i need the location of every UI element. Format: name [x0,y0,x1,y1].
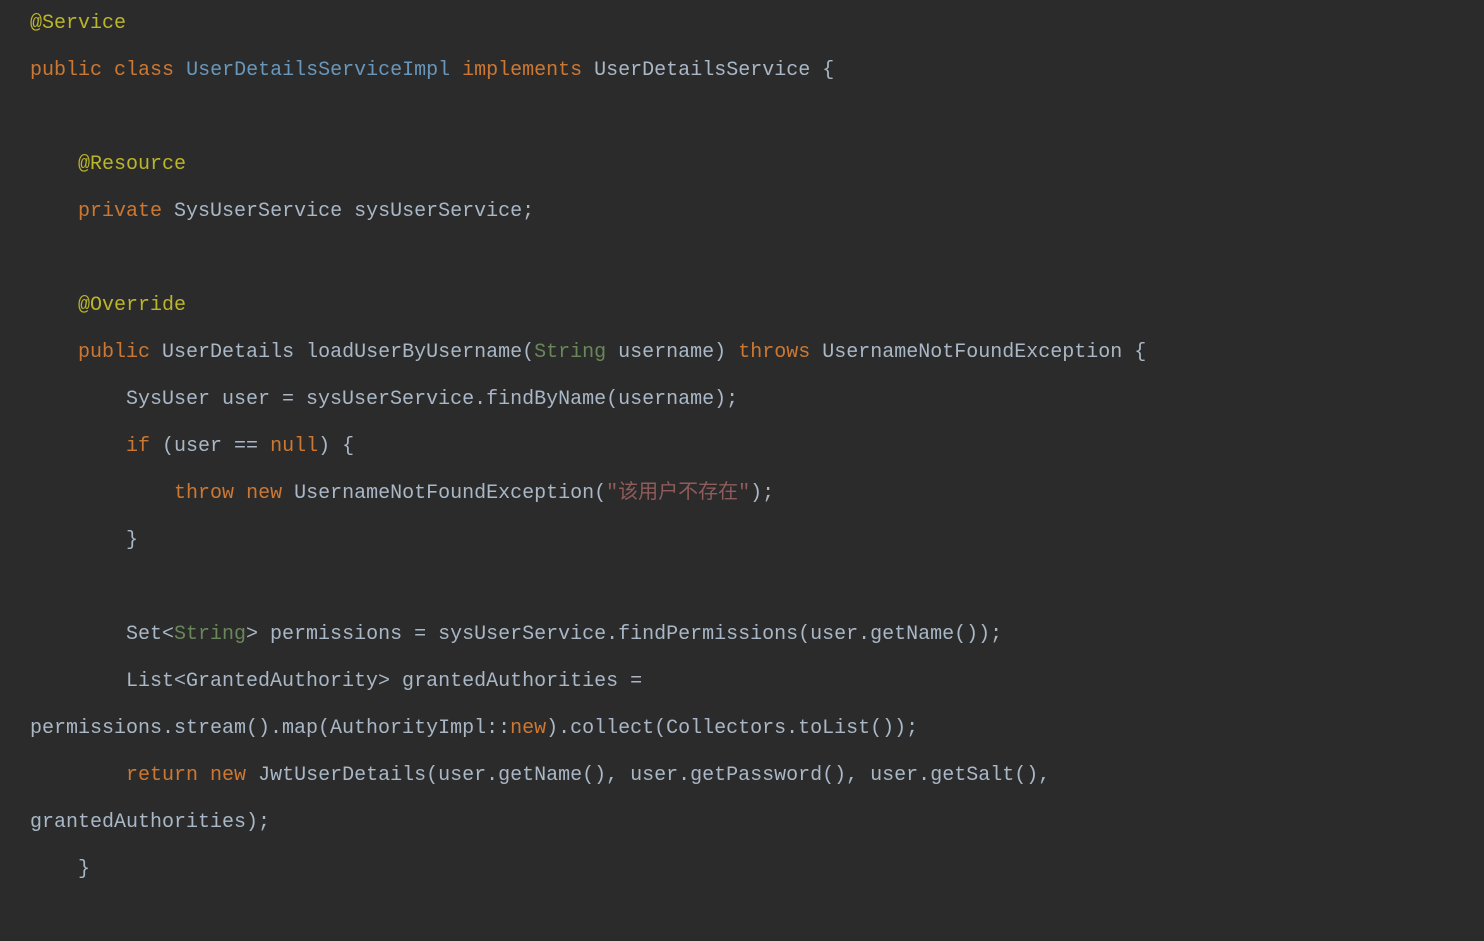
stream-post: ).collect(Collectors.toList()); [546,717,918,740]
exception-ctor: UsernameNotFoundException( [294,482,606,505]
kw-new: new [210,764,246,787]
statement: SysUser user = sysUserService.findByName… [126,388,738,411]
brace-open: { [810,59,834,82]
kw-throw: throw [174,482,234,505]
condition: (user == [150,435,270,458]
brace-close: } [78,858,90,881]
return-expr: JwtUserDetails(user.getName(), user.getP… [258,764,1050,787]
method-name: loadUserByUsername( [306,341,534,364]
list-decl: List<GrantedAuthority> grantedAuthoritie… [126,670,642,693]
kw-implements: implements [462,59,582,82]
generic-type: String [174,623,246,646]
return-expr-cont: grantedAuthorities); [30,811,270,834]
field-type: SysUserService [174,200,342,223]
code-editor[interactable]: @Service public class UserDetailsService… [0,0,1484,893]
string-literal: "该用户不存在" [606,482,750,505]
condition-close: ) { [318,435,354,458]
stream-pre: permissions.stream().map(AuthorityImpl:: [30,717,510,740]
set-decl-post: > permissions = sysUserService.findPermi… [246,623,1002,646]
set-decl-pre: Set< [126,623,174,646]
field-name: sysUserService; [354,200,534,223]
interface-name: UserDetailsService [594,59,810,82]
annotation-service: @Service [30,12,126,35]
kw-public: public [30,59,102,82]
annotation-override: @Override [78,294,186,317]
kw-new: new [510,717,546,740]
exception-type: UsernameNotFoundException { [822,341,1146,364]
kw-private: private [78,200,162,223]
class-name: UserDetailsServiceImpl [186,59,450,82]
param-name: username) [606,341,726,364]
brace-close: } [126,529,138,552]
kw-public: public [78,341,150,364]
kw-return: return [126,764,198,787]
annotation-resource: @Resource [78,153,186,176]
kw-class: class [114,59,174,82]
kw-if: if [126,435,150,458]
close-paren: ); [750,482,774,505]
return-type: UserDetails [162,341,294,364]
kw-new: new [246,482,282,505]
param-type: String [534,341,606,364]
kw-throws: throws [738,341,810,364]
kw-null: null [270,435,318,458]
